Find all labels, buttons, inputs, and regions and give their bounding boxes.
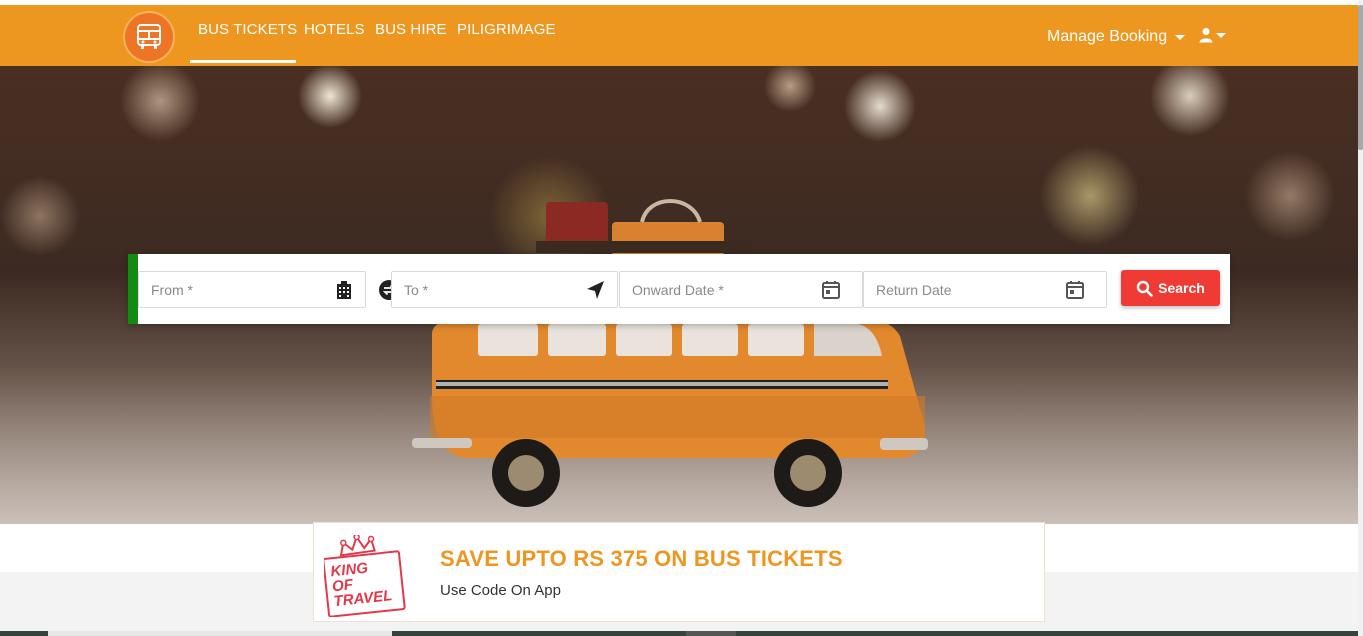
return-date-placeholder: Return Date <box>876 282 952 298</box>
nav-bus-tickets[interactable]: BUS TICKETS <box>198 21 297 38</box>
active-tab-indicator <box>190 60 296 63</box>
promo-subtitle: Use Code On App <box>440 582 561 599</box>
manage-booking-dropdown[interactable]: Manage Booking <box>1047 28 1186 46</box>
promo-banner[interactable]: KING OF TRAVEL SAVE UPTO RS 375 ON BUS T… <box>313 522 1045 622</box>
manage-booking-label: Manage Booking <box>1047 28 1168 45</box>
peek-card-2 <box>686 631 736 636</box>
bus-icon <box>137 24 161 49</box>
crown-icon <box>339 535 376 557</box>
onward-date-placeholder: Onward Date * <box>632 282 724 298</box>
next-section-peek <box>0 631 1358 636</box>
site-logo[interactable] <box>123 11 175 63</box>
search-button-label: Search <box>1158 280 1205 296</box>
onward-date-input[interactable]: Onward Date * <box>619 271 863 308</box>
chevron-down-icon <box>1216 32 1226 38</box>
king-of-travel-logo: KING OF TRAVEL <box>324 535 406 617</box>
nav-bus-hire[interactable]: BUS HIRE <box>375 21 447 38</box>
chevron-down-icon <box>1175 34 1186 40</box>
peek-card-1 <box>48 631 392 636</box>
search-button[interactable]: Search <box>1121 270 1220 306</box>
to-placeholder: To * <box>404 282 429 298</box>
building-icon <box>337 281 351 299</box>
navigation-arrow-icon <box>587 281 604 299</box>
nav-piligrimage[interactable]: PILIGRIMAGE <box>457 21 556 38</box>
from-placeholder: From * <box>151 282 193 298</box>
user-menu-dropdown[interactable] <box>1199 27 1226 43</box>
calendar-icon <box>822 281 840 299</box>
calendar-icon <box>1066 281 1084 299</box>
from-input[interactable]: From * <box>138 271 366 308</box>
promo-title: SAVE UPTO RS 375 ON BUS TICKETS <box>440 546 843 571</box>
user-icon <box>1199 28 1213 43</box>
search-panel: From * To * Onward Date * Return Date Se… <box>128 254 1230 324</box>
return-date-input[interactable]: Return Date <box>863 271 1107 308</box>
to-input[interactable]: To * <box>391 271 618 308</box>
nav-hotels[interactable]: HOTELS <box>304 21 365 38</box>
scrollbar-thumb[interactable] <box>1358 5 1363 150</box>
search-icon <box>1136 280 1153 297</box>
top-navbar: BUS TICKETS HOTELS BUS HIRE PILIGRIMAGE … <box>0 5 1358 66</box>
